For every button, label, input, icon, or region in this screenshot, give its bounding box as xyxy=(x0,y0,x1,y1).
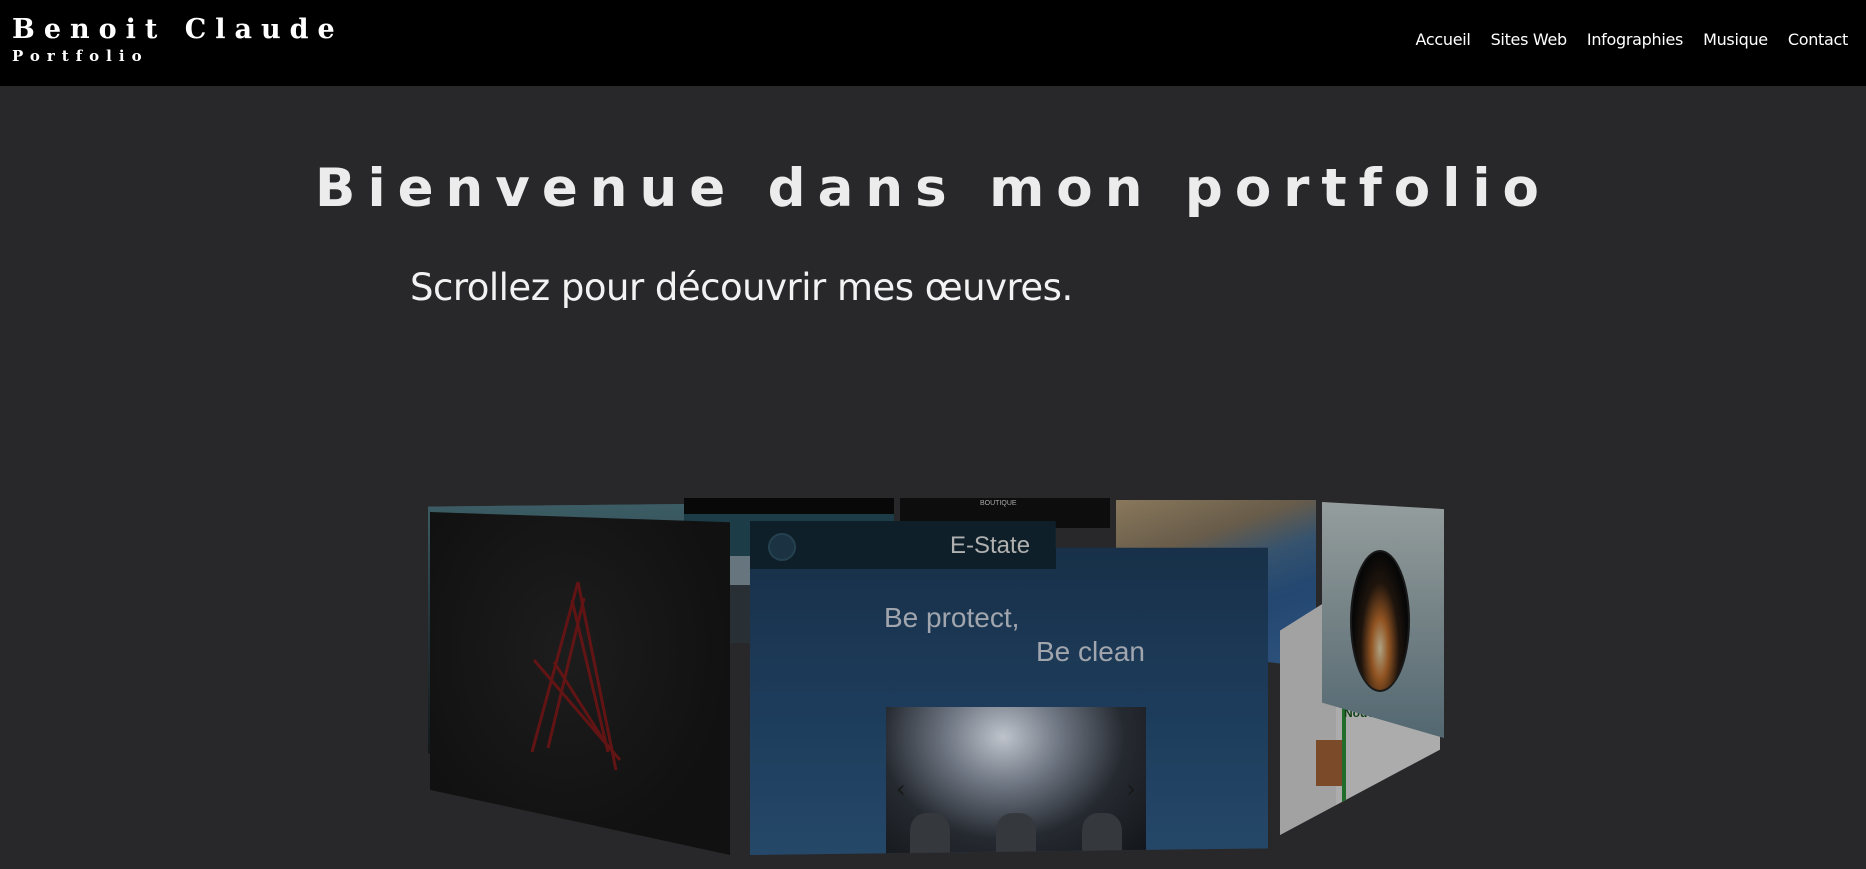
letter-a-artwork xyxy=(530,581,622,771)
carousel-panel-music[interactable] xyxy=(1322,502,1444,738)
shop-site-label: BOUTIQUE xyxy=(980,500,1017,507)
carousel-panel-estate[interactable]: E-State Be protect, Be clean ‹ › xyxy=(750,521,1268,855)
carousel-panel-letter-a[interactable] xyxy=(430,512,730,855)
portfolio-carousel[interactable]: BOUTIQUE Nouve E-State xyxy=(0,0,1866,869)
